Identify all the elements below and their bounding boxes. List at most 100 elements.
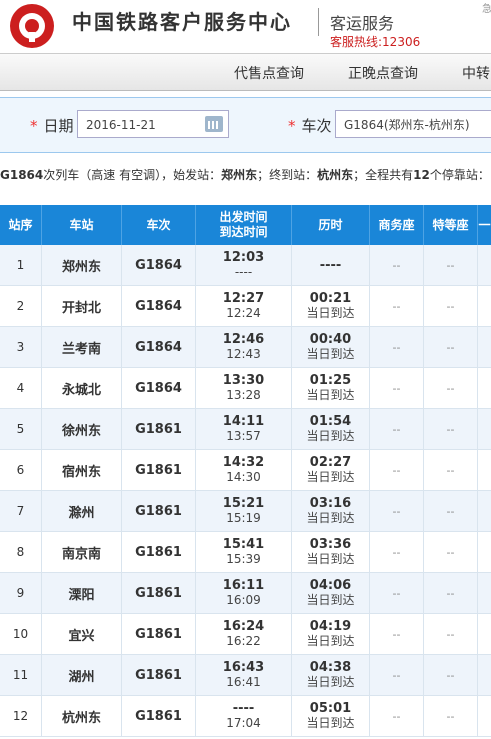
cell-arr-time: 13:57 (226, 429, 261, 443)
nav-item-transfer[interactable]: 中转 (462, 63, 490, 83)
cell-business-seat: -- (370, 655, 424, 695)
cell-times: 12:27 12:24 (196, 286, 292, 326)
date-field[interactable]: 2016-11-21 (77, 110, 229, 138)
cell-arr-time: 16:09 (226, 593, 261, 607)
cell-duration: 04:38 (309, 660, 352, 675)
cell-arr-time: 15:19 (226, 511, 261, 525)
service-title: 客运服务 (330, 14, 395, 33)
summary-text-4: 个停靠站： (429, 168, 490, 182)
summary-text-3: ；全程共有 (353, 168, 414, 182)
cell-arrival-day: 当日到达 (306, 552, 355, 566)
cell-business-seat: -- (370, 327, 424, 367)
cell-train: G1861 (122, 409, 196, 449)
cell-seq: 1 (0, 245, 42, 285)
cell-business-seat: -- (370, 573, 424, 613)
cell-business-seat: -- (370, 368, 424, 408)
cell-seq: 7 (0, 491, 42, 531)
cell-more (478, 327, 491, 367)
cell-times: 16:11 16:09 (196, 573, 292, 613)
nav-item-agency-query[interactable]: 代售点查询 (234, 63, 304, 83)
train-number-field[interactable]: G1864(郑州东-杭州东) (335, 110, 491, 138)
cell-station: 杭州东 (42, 696, 122, 736)
cell-duration-group: 03:16 当日到达 (292, 491, 370, 531)
table-row: 11 湖州 G1861 16:43 16:41 04:38 当日到达 -- -- (0, 655, 491, 696)
cell-business-seat: -- (370, 286, 424, 326)
summary-text-2: ；终到站： (257, 168, 318, 182)
cell-more (478, 450, 491, 490)
cell-more (478, 286, 491, 326)
cell-seq: 8 (0, 532, 42, 572)
cell-seq: 9 (0, 573, 42, 613)
train-label: * 车次 (288, 115, 332, 136)
cell-special-seat: -- (424, 573, 478, 613)
cell-special-seat: -- (424, 532, 478, 572)
cell-more (478, 491, 491, 531)
cell-seq: 4 (0, 368, 42, 408)
cell-duration-group: 02:27 当日到达 (292, 450, 370, 490)
cell-business-seat: -- (370, 532, 424, 572)
cell-more (478, 409, 491, 449)
summary-origin: 郑州东 (221, 168, 258, 182)
cell-arrival-day: 当日到达 (306, 429, 355, 443)
cell-more (478, 245, 491, 285)
railway-logo-icon[interactable] (10, 4, 54, 48)
cell-dep-time: ---- (232, 701, 255, 716)
cell-special-seat: -- (424, 409, 478, 449)
cell-train: G1864 (122, 245, 196, 285)
cell-times: 14:11 13:57 (196, 409, 292, 449)
cell-station: 郑州东 (42, 245, 122, 285)
summary-terminal: 杭州东 (317, 168, 354, 182)
cell-train: G1861 (122, 696, 196, 736)
cell-duration: ---- (319, 257, 342, 273)
cell-arrival-day: 当日到达 (306, 511, 355, 525)
required-mark: * (288, 117, 296, 135)
nav-item-delay-query[interactable]: 正晚点查询 (348, 63, 418, 83)
cell-seq: 3 (0, 327, 42, 367)
cell-dep-time: 12:03 (222, 250, 265, 265)
cell-dep-time: 16:11 (222, 578, 265, 593)
cell-arr-time: 16:41 (226, 675, 261, 689)
cell-duration: 00:40 (309, 332, 352, 347)
summary-train: G1864 (0, 168, 44, 182)
train-summary: G1864次列车（高速 有空调），始发站：郑州东；终到站：杭州东；全程共有12个… (0, 166, 490, 183)
cell-arr-time: 12:24 (226, 306, 261, 320)
cell-seq: 6 (0, 450, 42, 490)
summary-text-1: 次列车（高速 有空调），始发站： (43, 168, 222, 182)
cell-station: 徐州东 (42, 409, 122, 449)
table-row: 10 宜兴 G1861 16:24 16:22 04:19 当日到达 -- -- (0, 614, 491, 655)
cell-duration: 02:27 (309, 455, 352, 470)
cell-more (478, 614, 491, 654)
cell-business-seat: -- (370, 245, 424, 285)
col-header-more: 一 (478, 217, 491, 232)
cell-arr-time: 15:39 (226, 552, 261, 566)
cell-dep-time: 13:30 (222, 373, 265, 388)
site-header: 中国铁路客户服务中心 客运服务 客服热线:12306 急 (0, 0, 491, 52)
col-header-arr: 到达时间 (219, 225, 268, 239)
cell-special-seat: -- (424, 491, 478, 531)
calendar-icon[interactable] (205, 116, 223, 132)
cell-times: 16:24 16:22 (196, 614, 292, 654)
table-row: 8 南京南 G1861 15:41 15:39 03:36 当日到达 -- -- (0, 532, 491, 573)
table-header: 站序 车站 车次 出发时间 到达时间 历时 商务座 特等座 一 (0, 205, 491, 245)
cell-arr-time: 13:28 (226, 388, 261, 402)
cell-dep-time: 15:41 (222, 537, 265, 552)
cell-duration: 01:54 (309, 414, 352, 429)
col-header-special: 特等座 (424, 205, 478, 245)
cell-station: 永城北 (42, 368, 122, 408)
cell-arr-time: ---- (234, 265, 253, 279)
site-title: 中国铁路客户服务中心 (72, 10, 292, 34)
col-header-dep: 出发时间 (219, 210, 268, 224)
cell-special-seat: -- (424, 245, 478, 285)
cell-arr-time: 14:30 (226, 470, 261, 484)
table-row: 1 郑州东 G1864 12:03 ---- ---- -- -- (0, 245, 491, 286)
cell-more (478, 532, 491, 572)
cell-dep-time: 16:24 (222, 619, 265, 634)
cell-duration: 04:19 (309, 619, 352, 634)
cell-station: 湖州 (42, 655, 122, 695)
cell-station: 宿州东 (42, 450, 122, 490)
table-row: 6 宿州东 G1861 14:32 14:30 02:27 当日到达 -- -- (0, 450, 491, 491)
table-row: 12 杭州东 G1861 ---- 17:04 05:01 当日到达 -- -- (0, 696, 491, 737)
cell-train: G1861 (122, 614, 196, 654)
cell-duration: 04:06 (309, 578, 352, 593)
cell-train: G1861 (122, 573, 196, 613)
